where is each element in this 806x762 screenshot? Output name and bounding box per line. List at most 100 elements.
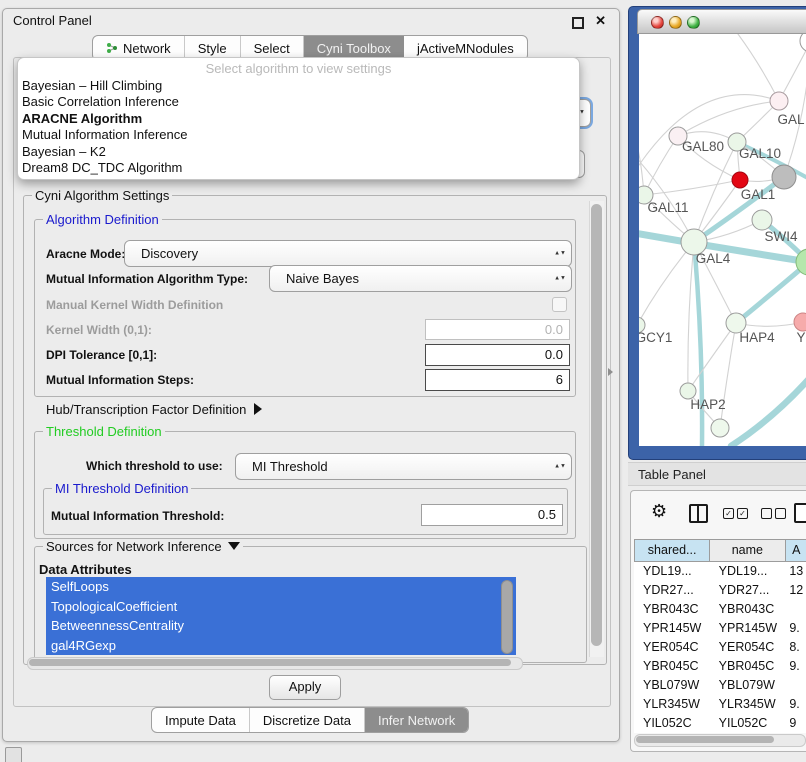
algorithm-option[interactable]: Dream8 DC_TDC Algorithm <box>18 160 579 176</box>
table-cell: YIL052C <box>634 714 710 733</box>
table-cell: YPR145W <box>710 619 786 638</box>
tab-impute-data[interactable]: Impute Data <box>152 708 250 732</box>
algorithm-option[interactable]: Bayesian – K2 <box>18 144 579 160</box>
manual-kernel-label: Manual Kernel Width Definition <box>46 298 223 312</box>
table-row[interactable]: YPR145WYPR145W9. <box>634 619 806 638</box>
table-mode-icon[interactable] <box>794 503 806 523</box>
table-row[interactable]: YDR27...YDR27...12 <box>634 581 806 600</box>
apply-button[interactable]: Apply <box>269 675 341 700</box>
table-row[interactable]: YER054CYER054C8. <box>634 638 806 657</box>
deselect-all-columns-icon[interactable] <box>761 508 786 519</box>
tab-infer-network[interactable]: Infer Network <box>365 708 468 732</box>
table-cell <box>785 600 806 619</box>
algorithm-option[interactable]: Basic Correlation Inference <box>18 94 579 110</box>
mi-steps-input[interactable]: 6 <box>425 369 570 391</box>
dpi-tolerance-input[interactable]: 0.0 <box>425 344 570 366</box>
kernel-width-label: Kernel Width (0,1): <box>46 323 152 337</box>
scrollbar-thumb[interactable] <box>636 736 774 743</box>
node-label: HAP4 <box>739 330 775 345</box>
node-top-white[interactable] <box>800 34 806 52</box>
algorithm-option[interactable]: Bayesian – Hill Climbing <box>18 78 579 94</box>
checked-box-icon: ✓ <box>723 508 734 519</box>
node-GAL-cut[interactable] <box>770 92 788 110</box>
mi-type-combobox[interactable]: Naive Bayes ▲▼ <box>269 265 572 292</box>
checked-box-icon: ✓ <box>737 508 748 519</box>
minimized-panel-button[interactable] <box>5 747 22 762</box>
close-icon[interactable]: ✕ <box>595 13 606 29</box>
settings-horizontal-scrollbar[interactable] <box>27 657 523 670</box>
tab-label: Style <box>198 41 227 56</box>
gear-icon[interactable]: ⚙ <box>651 502 667 520</box>
table-cell: YDR27... <box>710 581 786 600</box>
aracne-mode-combobox[interactable]: Discovery ▲▼ <box>124 240 572 267</box>
node-label: GAL4 <box>696 251 731 266</box>
node-SWI4[interactable] <box>752 210 772 230</box>
mi-threshold-label: Mutual Information Threshold: <box>51 509 224 523</box>
attribute-item[interactable]: BetweennessCentrality <box>46 616 516 636</box>
network-canvas[interactable]: GALGAL80GAL10GAL1GAL11SWI4GAL4GCY1HAP4YH… <box>639 34 806 446</box>
column-header[interactable]: shared... <box>635 540 710 561</box>
float-window-icon[interactable] <box>572 17 584 29</box>
node-label: GAL80 <box>682 139 724 154</box>
node-gray-node[interactable] <box>772 165 796 189</box>
node-label: GCY1 <box>639 330 672 345</box>
manual-kernel-checkbox[interactable] <box>552 297 567 312</box>
table-cell: 13 <box>785 562 806 581</box>
table-row[interactable]: YBR043CYBR043C <box>634 600 806 619</box>
hub-definition-label: Hub/Transcription Factor Definition <box>46 402 246 417</box>
attribute-item[interactable]: SelfLoops <box>46 577 516 597</box>
table-header-row: shared...nameA <box>634 539 806 562</box>
tab-label: Cyni Toolbox <box>317 41 391 56</box>
table-horizontal-scrollbar[interactable] <box>634 734 806 747</box>
node-salmon-Y[interactable] <box>794 313 806 331</box>
settings-vertical-scrollbar[interactable] <box>589 201 604 657</box>
table-row[interactable]: YDL19...YDL19...13 <box>634 562 806 581</box>
table-cell: YIL052C <box>710 714 786 733</box>
split-columns-icon[interactable] <box>689 504 708 523</box>
minimize-traffic-light[interactable] <box>669 16 682 29</box>
dropdown-prompt: Select algorithm to view settings <box>18 58 579 78</box>
close-traffic-light[interactable] <box>651 16 664 29</box>
desktop: Control Panel ✕ NetworkStyleSelectCyni T… <box>0 0 806 762</box>
algorithm-option-list: Bayesian – Hill ClimbingBasic Correlatio… <box>18 78 579 176</box>
node-GAL1[interactable] <box>732 172 748 188</box>
hub-definition-toggle[interactable]: Hub/Transcription Factor Definition <box>46 402 262 417</box>
mi-threshold-input[interactable]: 0.5 <box>421 504 563 526</box>
scrollbar-thumb[interactable] <box>29 659 511 666</box>
table-row[interactable]: YLR345WYLR345W9. <box>634 695 806 714</box>
table-cell <box>785 676 806 695</box>
algorithm-option[interactable]: ARACNE Algorithm <box>18 111 579 127</box>
table-row[interactable]: YBL079WYBL079W <box>634 676 806 695</box>
network-window-titlebar[interactable] <box>637 9 806 34</box>
attribute-item[interactable]: gal4RGexp <box>46 636 516 656</box>
group-title: Algorithm Definition <box>43 212 162 227</box>
splitpane-collapse-arrow[interactable] <box>608 368 613 376</box>
column-header[interactable]: name <box>710 540 785 561</box>
tab-discretize-data[interactable]: Discretize Data <box>250 708 365 732</box>
table-row[interactable]: YIL052CYIL052C9 <box>634 714 806 733</box>
list-scrollbar[interactable] <box>501 580 513 654</box>
table-cell: YPR145W <box>634 619 710 638</box>
data-attributes-list[interactable]: SelfLoopsTopologicalCoefficientBetweenne… <box>46 577 516 655</box>
zoom-traffic-light[interactable] <box>687 16 700 29</box>
select-all-columns-icon[interactable]: ✓✓ <box>723 508 748 519</box>
sources-toggle[interactable]: Sources for Network Inference <box>43 539 243 554</box>
table-panel-title: Table Panel <box>638 467 706 482</box>
node-table: shared...nameA YDL19...YDL19...13YDR27..… <box>634 539 806 733</box>
attribute-item[interactable]: TopologicalCoefficient <box>46 597 516 617</box>
kernel-width-input[interactable]: 0.0 <box>425 319 570 340</box>
cyni-bottom-tabbar: Impute DataDiscretize DataInfer Network <box>151 707 469 733</box>
column-header[interactable]: A <box>786 540 806 561</box>
scrollbar-thumb[interactable] <box>591 204 602 646</box>
node-bottom-node[interactable] <box>711 419 729 437</box>
table-cell: 9. <box>785 695 806 714</box>
edge <box>731 372 806 446</box>
collapse-arrow-icon <box>228 542 240 550</box>
table-row[interactable]: YBR045CYBR045C9. <box>634 657 806 676</box>
expand-arrow-icon <box>254 403 262 415</box>
edge <box>736 262 806 323</box>
which-threshold-combobox[interactable]: MI Threshold ▲▼ <box>235 453 572 480</box>
combo-value: MI Threshold <box>252 454 328 479</box>
algorithm-option[interactable]: Mutual Information Inference <box>18 127 579 143</box>
control-panel-window: Control Panel ✕ NetworkStyleSelectCyni T… <box>2 8 620 742</box>
